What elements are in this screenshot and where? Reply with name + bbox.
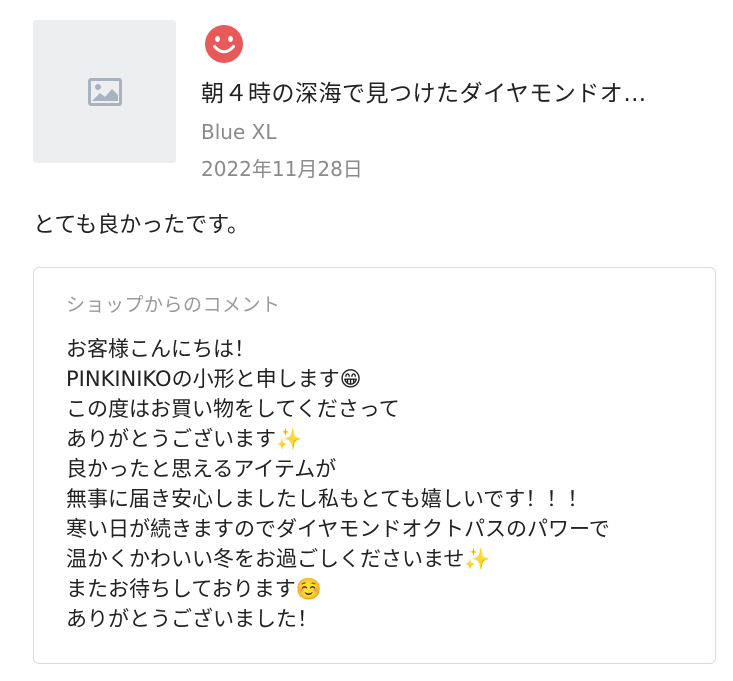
comment-line: ありがとうございます✨ [66, 427, 303, 451]
product-title[interactable]: 朝４時の深海で見つけたダイヤモンドオ… [201, 78, 706, 110]
shop-comment-body: お客様こんにちは！ PINKINIKOの小形と申します😁 この度はお買い物をして… [66, 334, 706, 634]
comment-line: 良かったと思えるアイテムが [66, 457, 337, 481]
review-text: とても良かったです。 [33, 213, 250, 238]
comment-line: 無事に届き安心しましたし私もとても嬉しいです！！！ [66, 487, 589, 511]
product-variant: Blue XL [201, 120, 277, 144]
review-date: 2022年11月28日 [201, 157, 363, 181]
comment-line: PINKINIKOの小形と申します😁 [66, 367, 362, 391]
shop-comment-heading: ショップからのコメント [66, 294, 281, 316]
product-thumbnail[interactable] [33, 20, 176, 163]
comment-line: 寒い日が続きますのでダイヤモンドオクトパスのパワーで [66, 517, 610, 541]
shop-comment-box: ショップからのコメント お客様こんにちは！ PINKINIKOの小形と申します😁… [33, 267, 716, 664]
review-card: 朝４時の深海で見つけたダイヤモンドオ… Blue XL 2022年11月28日 … [0, 0, 733, 681]
image-placeholder-icon [87, 77, 122, 106]
comment-line: 温かくかわいい冬をお過ごしくださいませ✨ [66, 547, 491, 571]
smiley-face-icon [205, 25, 243, 63]
comment-line: またお待ちしております☺️ [66, 577, 322, 601]
comment-line: お客様こんにちは！ [66, 337, 255, 361]
comment-line: この度はお買い物をしてくださって [66, 397, 400, 421]
comment-line: ありがとうございました！ [66, 607, 318, 631]
